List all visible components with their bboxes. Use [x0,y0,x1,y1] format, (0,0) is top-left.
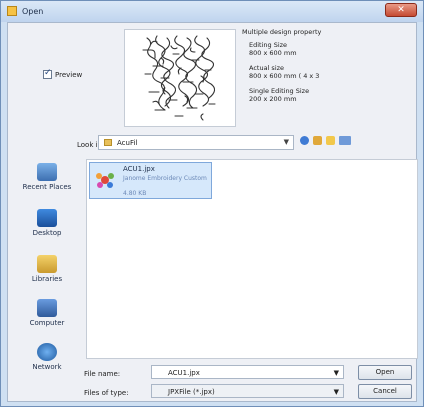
design-preview [124,29,236,127]
place-label: Libraries [31,275,63,283]
place-label: Network [32,363,62,371]
file-type-select[interactable]: JPXFile (*.jpx) ▼ [151,384,344,398]
file-list[interactable]: ACU1.jpx Janome Embroidery Custom 4.80 K… [86,159,418,359]
place-libraries[interactable]: Libraries [12,255,82,283]
file-name-field[interactable]: ACU1.jpx ▼ [151,365,344,379]
file-type: Janome Embroidery Custom [123,175,207,182]
open-button[interactable]: Open [358,365,412,380]
libraries-icon [37,255,57,273]
file-type-value: JPXFile (*.jpx) [168,388,215,396]
maze-pattern-icon [142,35,216,121]
properties-heading: Multiple design property [242,28,322,36]
single-size-label: Single Editing Size [249,87,310,95]
design-properties: Multiple design property Editing Size 80… [242,28,412,110]
close-button[interactable]: ✕ [385,3,417,17]
up-folder-icon[interactable] [313,136,322,145]
look-in-value: AcuFil [117,139,138,147]
dialog-client: Preview Multiple design property Ed [7,22,418,402]
folder-icon [104,139,112,146]
places-bar: Recent Places Desktop Libraries Computer… [12,159,82,399]
open-folder-icon [7,6,17,16]
actual-size-value: 800 x 600 mm ( 4 x 3 [249,72,320,80]
chevron-down-icon[interactable]: ▼ [334,369,339,377]
place-label: Recent Places [22,183,72,191]
chevron-down-icon[interactable]: ▼ [334,388,339,396]
cancel-button[interactable]: Cancel [358,384,412,399]
preview-toggle[interactable]: Preview [43,68,83,79]
back-icon[interactable] [300,136,309,145]
place-label: Desktop [32,229,62,237]
look-in-combo[interactable]: AcuFil ▼ [98,135,294,150]
single-size-value: 200 x 200 mm [249,95,297,103]
chevron-down-icon: ▼ [283,138,289,146]
place-computer[interactable]: Computer [12,299,82,327]
network-icon [37,343,57,361]
preview-label: Preview [55,70,83,79]
place-network[interactable]: Network [12,343,82,371]
recent-places-icon [37,163,57,181]
folder-toolbar [300,136,351,145]
file-name-label: File name: [84,370,121,378]
file-size: 4.80 KB [123,190,147,197]
embroidery-file-icon [96,173,114,188]
actual-size-label: Actual size [249,64,285,72]
file-name: ACU1.jpx [123,165,155,173]
place-label: Computer [29,319,65,327]
desktop-icon [37,209,57,227]
place-desktop[interactable]: Desktop [12,209,82,237]
preview-checkbox[interactable] [43,68,52,79]
window-title: Open [22,7,44,16]
editing-size-value: 800 x 600 mm [249,49,297,57]
view-menu-icon[interactable] [339,136,351,145]
title-bar[interactable]: Open ✕ [1,1,423,22]
file-item[interactable]: ACU1.jpx Janome Embroidery Custom 4.80 K… [89,162,212,199]
file-name-value: ACU1.jpx [168,369,200,377]
new-folder-icon[interactable] [326,136,335,145]
file-type-label: Files of type: [84,389,129,397]
editing-size-label: Editing Size [249,41,288,49]
open-dialog: Open ✕ Preview [0,0,424,407]
computer-icon [37,299,57,317]
place-recent-places[interactable]: Recent Places [12,163,82,191]
